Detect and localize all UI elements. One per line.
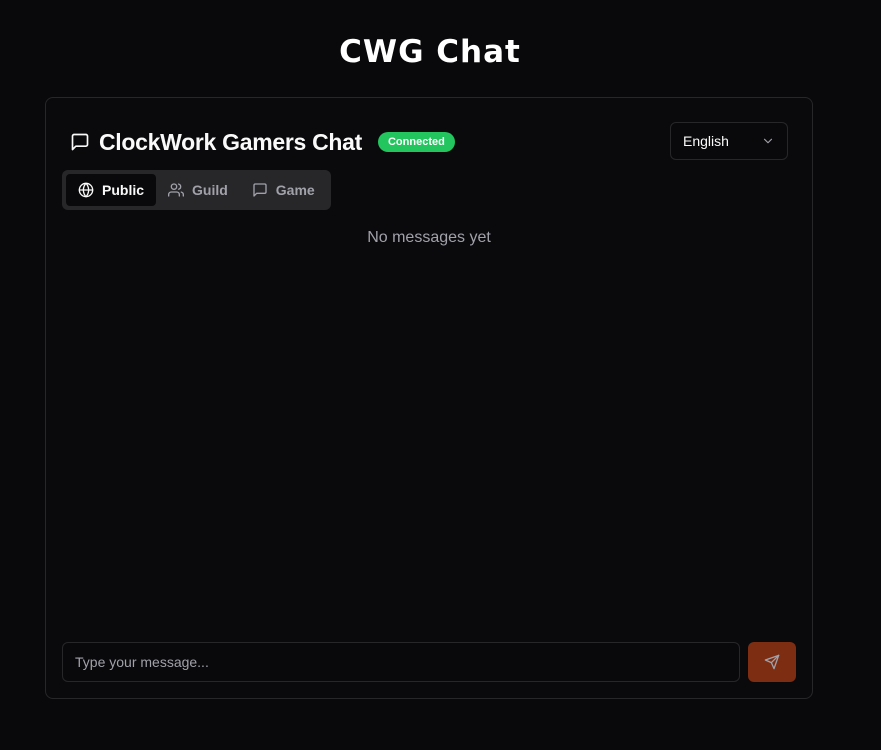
send-button[interactable] xyxy=(748,642,796,682)
tab-label: Public xyxy=(102,182,145,198)
channel-tabs: Public Guild Game xyxy=(62,170,331,210)
chat-card: ClockWork Gamers Chat Connected English … xyxy=(45,97,813,699)
send-icon xyxy=(764,654,780,670)
message-square-icon xyxy=(70,132,90,152)
message-composer xyxy=(62,642,796,682)
empty-messages-text: No messages yet xyxy=(367,229,491,246)
globe-icon xyxy=(78,182,94,198)
chevron-down-icon xyxy=(761,134,775,148)
tab-label: Game xyxy=(275,182,315,198)
chat-title: ClockWork Gamers Chat xyxy=(99,128,362,155)
message-input[interactable] xyxy=(62,642,740,682)
chat-header: ClockWork Gamers Chat Connected English xyxy=(70,122,788,162)
tab-public[interactable]: Public xyxy=(66,174,157,206)
language-select-value: English xyxy=(683,133,729,149)
language-select[interactable]: English xyxy=(670,122,788,160)
message-square-icon xyxy=(252,182,268,198)
tab-game[interactable]: Game xyxy=(240,174,327,206)
status-badge: Connected xyxy=(377,132,455,152)
page-title: CWG Chat xyxy=(339,34,521,70)
users-icon xyxy=(168,182,185,198)
tab-label: Guild xyxy=(192,182,228,198)
tab-guild[interactable]: Guild xyxy=(156,174,240,206)
